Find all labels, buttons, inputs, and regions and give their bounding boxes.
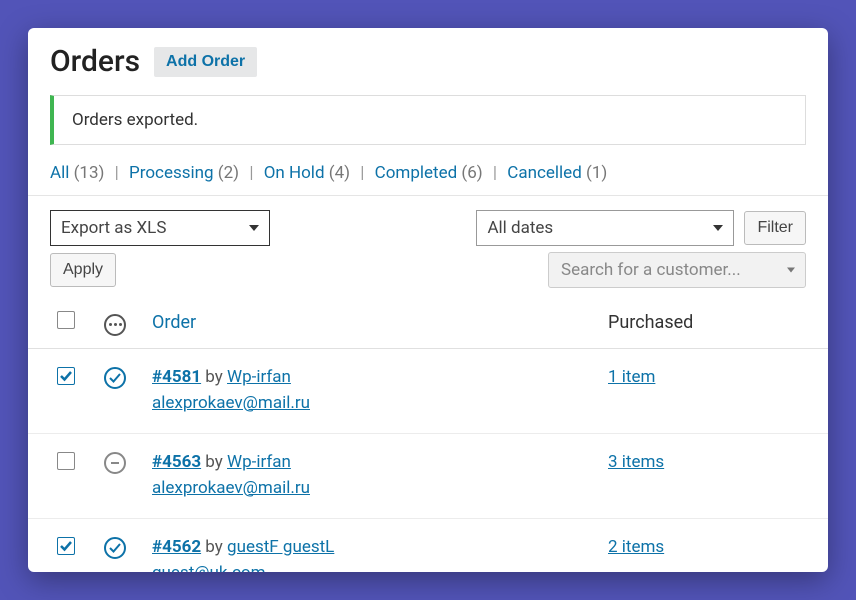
processing-icon [104,537,126,559]
filter-cancelled[interactable]: Cancelled [507,163,581,183]
orders-table: Order Purchased #4581 by Wp-irfanalexpro… [28,298,828,572]
chevron-down-icon [713,225,723,231]
order-author-link[interactable]: Wp-irfan [227,367,291,387]
toolbar-row-1: Export as XLS All dates Filter [28,196,828,252]
status-filter-bar: All (13) | Processing (2) | On Hold (4) … [28,159,828,196]
order-number-link[interactable]: #4581 [152,367,201,387]
column-order[interactable]: Order [142,298,598,348]
purchased-link[interactable]: 1 item [608,367,655,387]
page-title: Orders [50,44,140,79]
order-number-link[interactable]: #4562 [152,537,201,557]
select-all-checkbox[interactable] [57,311,75,329]
filter-completed[interactable]: Completed [375,163,458,183]
orders-panel: Orders Add Order Orders exported. All (1… [28,28,828,572]
row-checkbox[interactable] [57,537,75,555]
status-column-icon [104,314,126,336]
purchased-link[interactable]: 3 items [608,452,664,472]
export-format-select[interactable]: Export as XLS [50,210,270,246]
on-hold-icon [104,452,126,474]
order-author-link[interactable]: guestF guestL [227,537,334,557]
table-row: #4562 by guestF guestLguest@uk.com2 item… [28,518,828,572]
column-purchased: Purchased [598,298,828,348]
customer-search-select[interactable]: Search for a customer... [548,252,806,288]
row-checkbox[interactable] [57,367,75,385]
order-email-link[interactable]: alexprokaev@mail.ru [152,393,588,413]
table-row: #4563 by Wp-irfanalexprokaev@mail.ru3 it… [28,433,828,518]
purchased-link[interactable]: 2 items [608,537,664,557]
chevron-down-icon [249,225,259,231]
add-order-button[interactable]: Add Order [154,47,257,77]
order-author-link[interactable]: Wp-irfan [227,452,291,472]
row-checkbox[interactable] [57,452,75,470]
page-header: Orders Add Order [28,34,828,95]
order-email-link[interactable]: alexprokaev@mail.ru [152,478,588,498]
order-email-link[interactable]: guest@uk.com [152,563,588,573]
apply-button[interactable]: Apply [50,253,116,287]
toolbar-row-2: Apply Search for a customer... [28,252,828,298]
date-range-select[interactable]: All dates [476,210,734,246]
order-number-link[interactable]: #4563 [152,452,201,472]
filter-processing[interactable]: Processing [129,163,214,183]
filter-on-hold[interactable]: On Hold [264,163,325,183]
chevron-down-icon [787,268,795,273]
filter-all[interactable]: All [50,163,69,183]
processing-icon [104,367,126,389]
notice-message: Orders exported. [50,95,806,145]
table-row: #4581 by Wp-irfanalexprokaev@mail.ru1 it… [28,348,828,433]
filter-button[interactable]: Filter [744,211,806,245]
